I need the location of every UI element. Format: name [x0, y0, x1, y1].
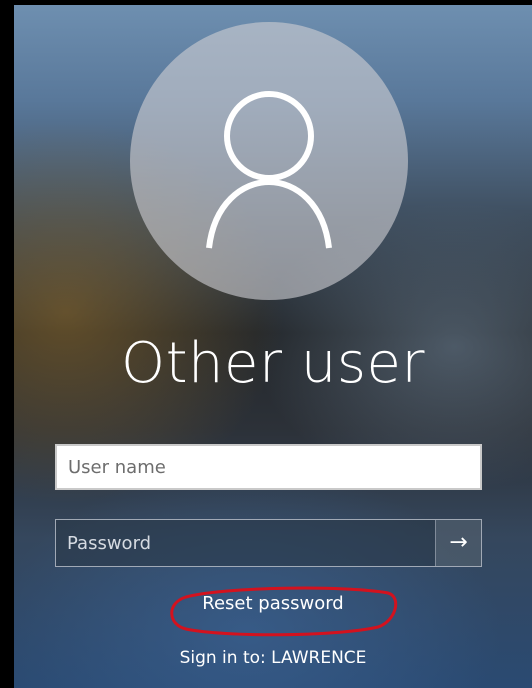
avatar	[130, 22, 408, 300]
sign-in-target-label: Sign in to: LAWRENCE	[179, 648, 367, 668]
account-name: Other user	[121, 331, 425, 396]
username-input[interactable]	[55, 444, 482, 490]
submit-button[interactable]: →	[435, 520, 481, 566]
arrow-right-icon: →	[449, 530, 468, 555]
user-silhouette-icon	[206, 91, 332, 249]
password-input[interactable]	[56, 520, 434, 566]
password-field: →	[55, 519, 482, 567]
reset-password-link[interactable]: Reset password	[14, 593, 532, 614]
login-screen: Other user → Reset password Sign in to: …	[14, 5, 532, 688]
